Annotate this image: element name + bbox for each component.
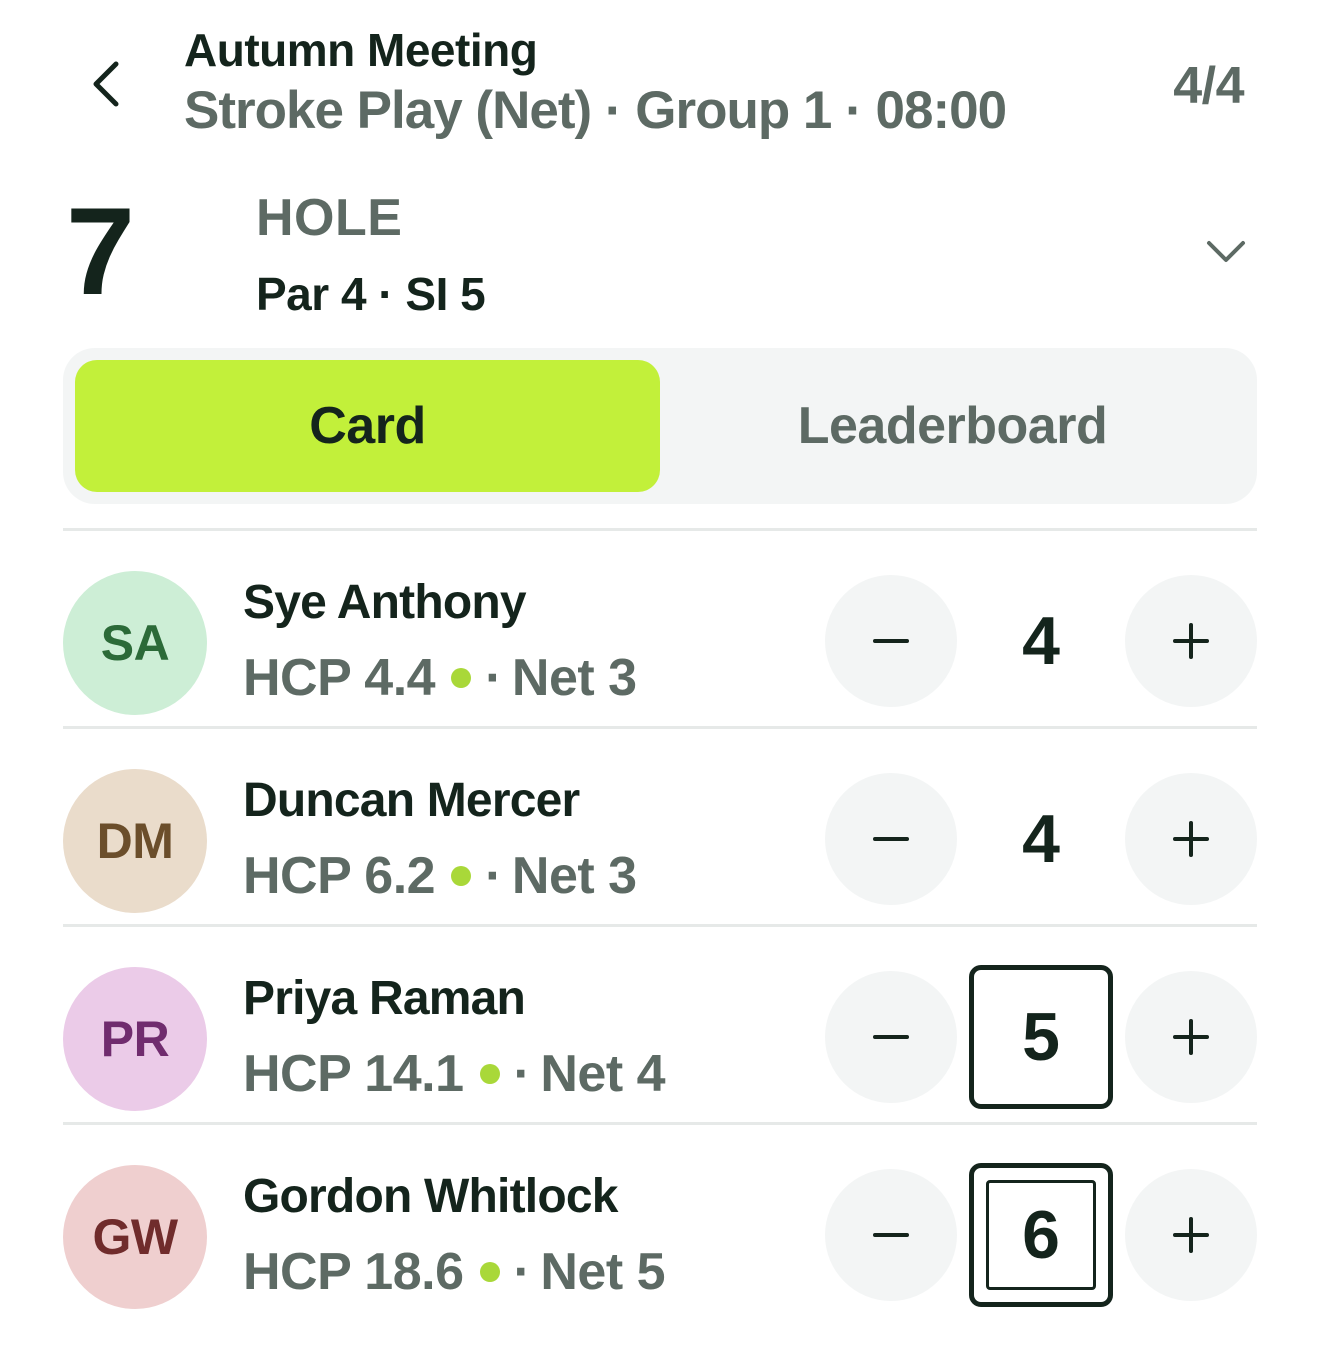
- chevron-left-icon: [93, 61, 119, 107]
- player-row: GW Gordon Whitlock HCP 18.6 · Net 5 6: [63, 1122, 1257, 1320]
- separator: ·: [485, 649, 502, 707]
- avatar: PR: [63, 967, 207, 1111]
- avatar: DM: [63, 769, 207, 913]
- back-button[interactable]: [74, 44, 138, 124]
- hole-label: HOLE: [256, 189, 403, 247]
- player-name: Sye Anthony: [243, 576, 527, 629]
- hole-number: 7: [66, 183, 135, 321]
- decrease-score-button[interactable]: [825, 971, 957, 1103]
- separator: ·: [513, 1243, 531, 1301]
- player-net-score: Net 3: [511, 847, 637, 905]
- minus-icon: [873, 837, 909, 841]
- player-stats: HCP 6.2 · Net 3: [243, 845, 637, 907]
- player-row: SA Sye Anthony HCP 4.4 · Net 3 4: [63, 528, 1257, 726]
- group-page-count: 4/4: [1173, 57, 1244, 115]
- minus-icon: [873, 639, 909, 643]
- chevron-down-icon: [1207, 241, 1245, 262]
- minus-icon: [873, 1233, 909, 1237]
- increase-score-button[interactable]: [1125, 575, 1257, 707]
- hole-score[interactable]: 4: [969, 767, 1113, 911]
- tab-card[interactable]: Card: [75, 360, 660, 492]
- plus-icon: [1173, 821, 1209, 857]
- header: Autumn Meeting Stroke Play (Net) · Group…: [184, 22, 1007, 144]
- event-title: Autumn Meeting: [184, 24, 538, 76]
- avatar: SA: [63, 571, 207, 715]
- minus-icon: [873, 1035, 909, 1039]
- player-net-score: Net 3: [511, 649, 637, 707]
- hole-selector-button[interactable]: [1194, 222, 1258, 282]
- plus-icon: [1173, 1217, 1209, 1253]
- player-handicap: HCP 4.4: [243, 649, 436, 707]
- separator: ·: [513, 1045, 531, 1103]
- player-handicap: HCP 14.1: [243, 1045, 464, 1103]
- player-stats: HCP 4.4 · Net 3: [243, 647, 637, 709]
- player-row: DM Duncan Mercer HCP 6.2 · Net 3 4: [63, 726, 1257, 924]
- hole-par-si: Par 4 · SI 5: [256, 268, 486, 320]
- hole-score[interactable]: 4: [969, 569, 1113, 713]
- plus-icon: [1173, 1019, 1209, 1055]
- player-stats: HCP 14.1 · Net 4: [243, 1043, 665, 1105]
- decrease-score-button[interactable]: [825, 1169, 957, 1301]
- player-name: Priya Raman: [243, 972, 526, 1025]
- hole-score-double-bogey[interactable]: 6: [969, 1163, 1113, 1307]
- plus-icon: [1173, 623, 1209, 659]
- decrease-score-button[interactable]: [825, 773, 957, 905]
- player-name: Duncan Mercer: [243, 774, 580, 827]
- player-row: PR Priya Raman HCP 14.1 · Net 4 5: [63, 924, 1257, 1122]
- player-name: Gordon Whitlock: [243, 1170, 618, 1223]
- player-handicap: HCP 18.6: [243, 1243, 464, 1301]
- increase-score-button[interactable]: [1125, 971, 1257, 1103]
- hole-score-bogey[interactable]: 5: [969, 965, 1113, 1109]
- view-tabs: Card Leaderboard: [63, 348, 1257, 504]
- scorecard-screen: Autumn Meeting Stroke Play (Net) · Group…: [0, 0, 1320, 1360]
- player-list: SA Sye Anthony HCP 4.4 · Net 3 4 DM Dunc…: [63, 528, 1257, 1320]
- stroke-received-dot-icon: [479, 1064, 500, 1084]
- increase-score-button[interactable]: [1125, 773, 1257, 905]
- player-stats: HCP 18.6 · Net 5: [243, 1241, 665, 1303]
- player-net-score: Net 5: [540, 1243, 665, 1301]
- stroke-received-dot-icon: [451, 668, 472, 688]
- player-handicap: HCP 6.2: [243, 847, 436, 905]
- increase-score-button[interactable]: [1125, 1169, 1257, 1301]
- player-net-score: Net 4: [540, 1045, 665, 1103]
- stroke-received-dot-icon: [451, 866, 472, 886]
- decrease-score-button[interactable]: [825, 575, 957, 707]
- event-subtitle: Stroke Play (Net) · Group 1 · 08:00: [184, 81, 1007, 140]
- separator: ·: [485, 847, 502, 905]
- tab-leaderboard[interactable]: Leaderboard: [660, 360, 1245, 492]
- stroke-received-dot-icon: [479, 1262, 500, 1282]
- avatar: GW: [63, 1165, 207, 1309]
